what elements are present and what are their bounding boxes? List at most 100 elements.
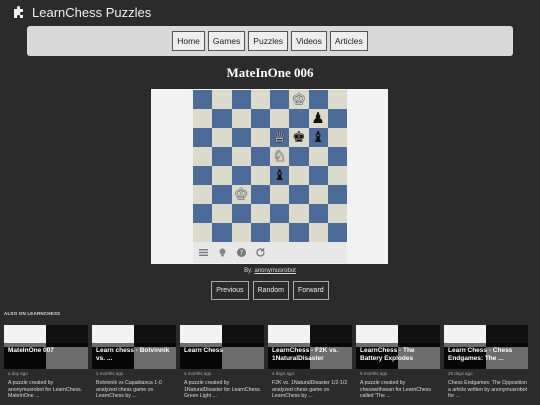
- card-title[interactable]: LearnChess - F2K vs. 1NaturalDisaster: [272, 347, 350, 363]
- random-button[interactable]: Random: [252, 281, 289, 300]
- board-square-g4[interactable]: [308, 166, 328, 185]
- board-square-e6[interactable]: ♕: [270, 128, 290, 147]
- card-title[interactable]: Learn Chess: [184, 347, 262, 355]
- board-square-f2[interactable]: [289, 204, 309, 223]
- board-square-g1[interactable]: [308, 223, 328, 242]
- board-square-g3[interactable]: [308, 185, 328, 204]
- nav-games-button[interactable]: Games: [207, 31, 246, 51]
- board-square-f1[interactable]: [289, 223, 309, 242]
- site-title[interactable]: LearnChess Puzzles: [32, 5, 151, 20]
- board-square-b1[interactable]: [212, 223, 232, 242]
- card-title[interactable]: LearnChess - The Battery Explodes: [360, 347, 438, 363]
- chess-piece[interactable]: ♝: [273, 168, 286, 183]
- board-square-c5[interactable]: [231, 147, 251, 166]
- board-square-c6[interactable]: [231, 128, 251, 147]
- board-square-c7[interactable]: [231, 109, 251, 128]
- board-square-c2[interactable]: [231, 204, 251, 223]
- board-square-d4[interactable]: [250, 166, 270, 185]
- related-card[interactable]: Learn chess - Botvinnik vs. ... 2 months …: [92, 325, 176, 405]
- board-square-e2[interactable]: [270, 204, 290, 223]
- nav-puzzles-button[interactable]: Puzzles: [248, 31, 289, 51]
- board-square-c8[interactable]: [231, 90, 251, 109]
- board-square-h8[interactable]: [327, 90, 347, 109]
- board-square-b6[interactable]: [212, 128, 232, 147]
- puzzle-piece-icon[interactable]: [12, 5, 26, 19]
- board-square-f3[interactable]: [289, 185, 309, 204]
- card-title[interactable]: Learn Chess - Chess Endgames: The ...: [448, 347, 526, 363]
- chess-piece[interactable]: ♚: [292, 130, 305, 145]
- previous-button[interactable]: Previous: [211, 281, 249, 300]
- board-square-a1[interactable]: [193, 223, 213, 242]
- board-square-h6[interactable]: [327, 128, 347, 147]
- card-title[interactable]: MateInOne 007: [8, 347, 86, 355]
- help-icon[interactable]: ?: [235, 246, 248, 259]
- related-card[interactable]: LearnChess - F2K vs. 1NaturalDisaster 4 d…: [268, 325, 352, 405]
- board-square-a6[interactable]: [193, 128, 213, 147]
- chess-board[interactable]: ♔ ♟ ♕ ♚ ♝ ♘ ♝ ♔: [193, 90, 347, 242]
- author-link[interactable]: anonymusrobot: [254, 268, 295, 274]
- board-square-e3[interactable]: [270, 185, 290, 204]
- board-square-c3[interactable]: ♔: [231, 185, 251, 204]
- board-square-b4[interactable]: [212, 166, 232, 185]
- board-square-b8[interactable]: [212, 90, 232, 109]
- chess-piece[interactable]: ♘: [273, 149, 286, 164]
- board-square-e4[interactable]: ♝: [270, 166, 290, 185]
- board-square-g8[interactable]: [308, 90, 328, 109]
- chess-piece[interactable]: ♝: [311, 130, 324, 145]
- board-square-a3[interactable]: [193, 185, 213, 204]
- board-square-c1[interactable]: [231, 223, 251, 242]
- chess-piece[interactable]: ♔: [292, 92, 305, 107]
- board-square-g7[interactable]: ♟: [308, 109, 328, 128]
- board-square-a5[interactable]: [193, 147, 213, 166]
- board-square-d6[interactable]: [250, 128, 270, 147]
- board-square-h4[interactable]: [327, 166, 347, 185]
- board-square-a8[interactable]: [193, 90, 213, 109]
- board-square-b7[interactable]: [212, 109, 232, 128]
- board-square-d1[interactable]: [250, 223, 270, 242]
- board-square-b2[interactable]: [212, 204, 232, 223]
- board-square-d5[interactable]: [250, 147, 270, 166]
- board-square-d3[interactable]: [250, 185, 270, 204]
- board-square-a2[interactable]: [193, 204, 213, 223]
- menu-icon[interactable]: [197, 246, 210, 259]
- board-square-f6[interactable]: ♚: [289, 128, 309, 147]
- board-square-b5[interactable]: [212, 147, 232, 166]
- board-square-f8[interactable]: ♔: [289, 90, 309, 109]
- reset-icon[interactable]: [254, 246, 267, 259]
- board-square-h5[interactable]: [327, 147, 347, 166]
- board-square-g6[interactable]: ♝: [308, 128, 328, 147]
- board-square-h1[interactable]: [327, 223, 347, 242]
- forward-button[interactable]: Forward: [293, 281, 329, 300]
- chess-piece[interactable]: ♕: [273, 130, 286, 145]
- hint-bulb-icon[interactable]: [216, 246, 229, 259]
- board-square-h7[interactable]: [327, 109, 347, 128]
- board-square-b3[interactable]: [212, 185, 232, 204]
- nav-articles-button[interactable]: Articles: [329, 31, 368, 51]
- board-square-g5[interactable]: [308, 147, 328, 166]
- board-square-f7[interactable]: [289, 109, 309, 128]
- board-square-a7[interactable]: [193, 109, 213, 128]
- related-card[interactable]: LearnChess - The Battery Explodes 9 month…: [356, 325, 440, 405]
- board-square-c4[interactable]: [231, 166, 251, 185]
- board-square-d2[interactable]: [250, 204, 270, 223]
- board-square-e8[interactable]: [270, 90, 290, 109]
- board-square-g2[interactable]: [308, 204, 328, 223]
- board-square-d8[interactable]: [250, 90, 270, 109]
- nav-videos-button[interactable]: Videos: [291, 31, 327, 51]
- board-square-d7[interactable]: [250, 109, 270, 128]
- board-square-h3[interactable]: [327, 185, 347, 204]
- board-square-e7[interactable]: [270, 109, 290, 128]
- board-square-f4[interactable]: [289, 166, 309, 185]
- chess-piece[interactable]: ♔: [234, 187, 247, 202]
- related-card[interactable]: MateInOne 007 a day ago A puzzle created b…: [4, 325, 88, 405]
- card-title[interactable]: Learn chess - Botvinnik vs. ...: [96, 347, 174, 363]
- board-square-f5[interactable]: [289, 147, 309, 166]
- board-square-e1[interactable]: [270, 223, 290, 242]
- board-square-e5[interactable]: ♘: [270, 147, 290, 166]
- related-card[interactable]: Learn Chess - Chess Endgames: The ... 25 …: [444, 325, 528, 405]
- board-square-h2[interactable]: [327, 204, 347, 223]
- related-card[interactable]: Learn Chess 4 months ago A puzzle created …: [180, 325, 264, 405]
- nav-home-button[interactable]: Home: [172, 31, 205, 51]
- chess-piece[interactable]: ♟: [311, 111, 324, 126]
- board-square-a4[interactable]: [193, 166, 213, 185]
